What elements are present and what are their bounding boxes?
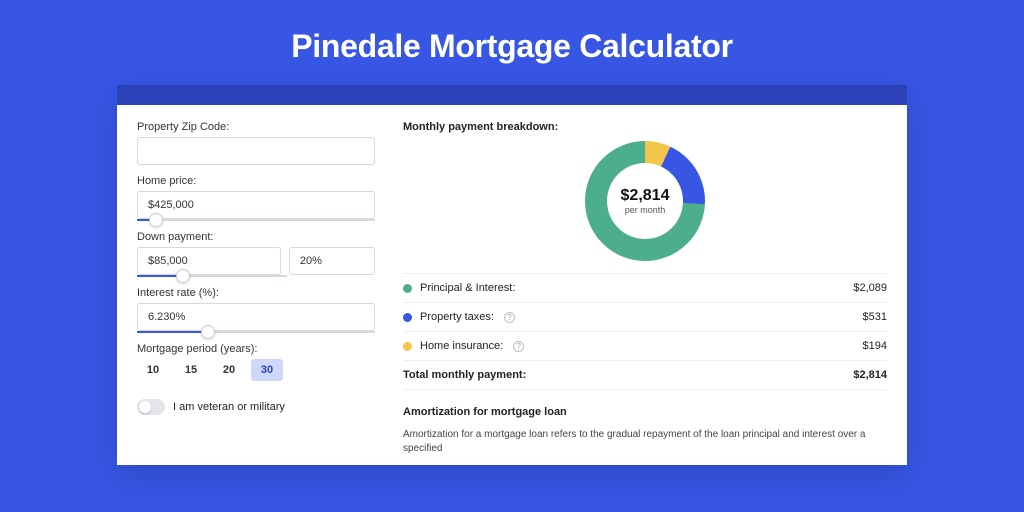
legend-dot-green: [403, 284, 412, 293]
legend-label-insurance: Home insurance:: [420, 340, 503, 352]
legend-dot-yellow: [403, 342, 412, 351]
home-price-slider[interactable]: [137, 219, 375, 221]
period-field: Mortgage period (years): 10 15 20 30: [137, 343, 375, 381]
interest-input[interactable]: [137, 303, 375, 331]
info-icon[interactable]: ?: [504, 312, 515, 323]
home-price-slider-thumb[interactable]: [149, 213, 163, 227]
legend-dot-blue: [403, 313, 412, 322]
period-button-10[interactable]: 10: [137, 359, 169, 381]
calculator-card: Property Zip Code: Home price: Down paym…: [117, 85, 907, 465]
legend-value-insurance: $194: [863, 340, 887, 352]
legend-label-total: Total monthly payment:: [403, 369, 526, 381]
interest-slider[interactable]: [137, 331, 375, 333]
down-payment-field: Down payment:: [137, 231, 375, 277]
info-icon[interactable]: ?: [513, 341, 524, 352]
interest-label: Interest rate (%):: [137, 287, 375, 299]
period-button-20[interactable]: 20: [213, 359, 245, 381]
legend-label-taxes: Property taxes:: [420, 311, 494, 323]
period-label: Mortgage period (years):: [137, 343, 375, 355]
amortization-title: Amortization for mortgage loan: [403, 406, 887, 418]
legend-row-total: Total monthly payment: $2,814: [403, 361, 887, 390]
zip-field: Property Zip Code:: [137, 121, 375, 165]
donut-center-amount: $2,814: [621, 187, 670, 205]
page-root: Pinedale Mortgage Calculator Property Zi…: [0, 0, 1024, 512]
breakdown-column: Monthly payment breakdown: $2,814 per mo…: [403, 121, 887, 465]
interest-slider-thumb[interactable]: [201, 325, 215, 339]
interest-field: Interest rate (%):: [137, 287, 375, 333]
legend-row-taxes: Property taxes: ? $531: [403, 303, 887, 332]
legend-label-principal: Principal & Interest:: [420, 282, 515, 294]
down-payment-slider-thumb[interactable]: [176, 269, 190, 283]
period-button-group: 10 15 20 30: [137, 359, 375, 381]
amortization-text: Amortization for a mortgage loan refers …: [403, 428, 887, 455]
legend-value-principal: $2,089: [853, 282, 887, 294]
form-column: Property Zip Code: Home price: Down paym…: [137, 121, 375, 465]
down-payment-amount-input[interactable]: [137, 247, 281, 275]
donut-chart: $2,814 per month: [585, 141, 705, 261]
legend: Principal & Interest: $2,089 Property ta…: [403, 273, 887, 390]
home-price-input[interactable]: [137, 191, 375, 219]
zip-label: Property Zip Code:: [137, 121, 375, 133]
home-price-field: Home price:: [137, 175, 375, 221]
veteran-toggle[interactable]: [137, 399, 165, 415]
zip-input[interactable]: [137, 137, 375, 165]
legend-value-total: $2,814: [853, 369, 887, 381]
donut-chart-wrap: $2,814 per month: [403, 141, 887, 261]
period-button-30[interactable]: 30: [251, 359, 283, 381]
donut-center: $2,814 per month: [621, 187, 670, 215]
donut-center-caption: per month: [621, 205, 670, 215]
veteran-label: I am veteran or military: [173, 401, 285, 413]
home-price-label: Home price:: [137, 175, 375, 187]
interest-slider-fill: [137, 331, 208, 333]
down-payment-slider[interactable]: [137, 275, 287, 277]
down-payment-percent-input[interactable]: [289, 247, 375, 275]
legend-value-taxes: $531: [863, 311, 887, 323]
legend-row-principal: Principal & Interest: $2,089: [403, 274, 887, 303]
veteran-row: I am veteran or military: [137, 399, 375, 415]
page-title: Pinedale Mortgage Calculator: [291, 28, 732, 65]
card-inner: Property Zip Code: Home price: Down paym…: [117, 105, 907, 465]
period-button-15[interactable]: 15: [175, 359, 207, 381]
breakdown-title: Monthly payment breakdown:: [403, 121, 887, 133]
legend-row-insurance: Home insurance: ? $194: [403, 332, 887, 361]
down-payment-label: Down payment:: [137, 231, 375, 243]
